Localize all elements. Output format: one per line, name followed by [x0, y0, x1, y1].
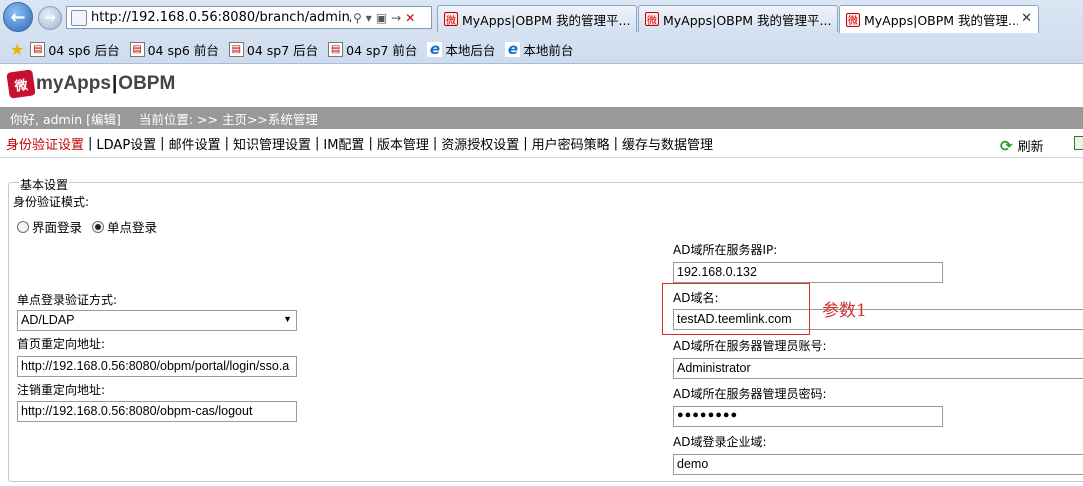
menu-knowledge-settings[interactable]: 知识管理设置	[233, 134, 311, 153]
address-bar[interactable]: http://192.168.0.56:8080/branch/admin/ma…	[66, 6, 432, 29]
basic-settings-fieldset	[8, 182, 1083, 482]
page-icon: ▤	[228, 41, 244, 57]
favorites-star-icon[interactable]: ★	[10, 40, 24, 59]
favorite-link[interactable]: ▤ 04 sp6 后台	[30, 40, 120, 59]
chevron-down-icon: ▼	[283, 314, 292, 324]
ad-admin-label: AD域所在服务器管理员账号:	[673, 339, 827, 353]
favorite-link[interactable]: ▤ 04 sp7 后台	[228, 40, 318, 59]
page-icon: ▤	[328, 41, 344, 57]
compat-view-icon[interactable]: ▣	[376, 11, 387, 25]
menu-password-policy[interactable]: 用户密码策略	[532, 134, 610, 153]
refresh-button[interactable]: ⟳ 刷新	[1000, 136, 1044, 156]
radio-sso-login[interactable]	[92, 220, 105, 233]
page-icon	[71, 9, 87, 26]
ad-admin-input[interactable]: Administrator	[673, 358, 1083, 379]
breadcrumb: 当前位置: >> 主页>>系统管理	[138, 111, 318, 127]
user-greeting[interactable]: 你好, admin [编辑]	[10, 109, 121, 128]
refresh-icon: ⟳	[1000, 136, 1013, 155]
ad-ip-label: AD域所在服务器IP:	[673, 243, 778, 257]
export-icon[interactable]	[1074, 136, 1083, 150]
home-redirect-label: 首页重定向地址:	[17, 337, 106, 351]
page-icon: ▤	[129, 41, 145, 57]
menu-cache-data[interactable]: 缓存与数据管理	[622, 134, 713, 153]
menu-mail-settings[interactable]: 邮件设置	[169, 134, 221, 153]
logout-redirect-label: 注销重定向地址:	[17, 383, 106, 397]
search-icon[interactable]: ⚲	[353, 11, 362, 25]
ie-icon: e	[505, 40, 521, 58]
app-favicon-icon: 微	[846, 12, 860, 27]
menu-im-config[interactable]: IM配置	[323, 134, 364, 153]
favorites-bar: ★ ▤ 04 sp6 后台 ▤ 04 sp6 前台 ▤ 04 sp7 后台 ▤ 04 s…	[0, 36, 1083, 62]
dropdown-arrow-icon[interactable]: ▾	[366, 11, 372, 25]
fieldset-legend: 基本设置	[19, 176, 70, 193]
menu-version-management[interactable]: 版本管理	[377, 134, 429, 153]
divider	[0, 157, 1083, 158]
page-icon: ▤	[30, 41, 46, 57]
address-url[interactable]: http://192.168.0.56:8080/branch/admin/ma…	[91, 10, 351, 25]
app-favicon-icon: 微	[444, 12, 458, 27]
favorite-link[interactable]: ▤ 04 sp6 前台	[129, 40, 219, 59]
browser-tab-3[interactable]: 微 MyApps|OBPM 我的管理... ✕	[839, 5, 1039, 33]
app-header: 微 myApps|OBPM	[0, 65, 1083, 107]
favorite-link[interactable]: e 本地前台	[505, 40, 573, 59]
app-logo: 微 myApps|OBPM	[6, 69, 175, 99]
annotation-highlight-box	[662, 283, 810, 335]
auth-mode-radios: 界面登录 单点登录	[17, 217, 167, 236]
sso-method-label: 单点登录验证方式:	[17, 293, 118, 307]
home-redirect-input[interactable]: http://192.168.0.56:8080/obpm/portal/log…	[17, 356, 297, 377]
logout-redirect-input[interactable]: http://192.168.0.56:8080/obpm-cas/logout	[17, 401, 297, 422]
forward-button[interactable]: →	[38, 6, 62, 30]
menu-resource-authorization[interactable]: 资源授权设置	[441, 134, 519, 153]
ad-password-label: AD域所在服务器管理员密码:	[673, 387, 827, 401]
user-bar: 你好, admin [编辑] 当前位置: >> 主页>>系统管理	[0, 107, 1083, 129]
arrow-left-icon: ←	[10, 6, 26, 28]
ad-enterprise-label: AD域登录企业域:	[673, 435, 767, 449]
logo-icon: 微	[6, 69, 36, 99]
back-button[interactable]: ←	[3, 2, 33, 32]
sso-method-select[interactable]: AD/LDAP ▼	[17, 310, 297, 331]
radio-ui-login[interactable]	[17, 220, 29, 233]
close-tab-icon[interactable]: ✕	[1021, 11, 1032, 26]
auth-mode-label: 身份验证模式:	[13, 195, 90, 209]
annotation-label: 参数1	[822, 301, 867, 321]
arrow-right-icon: →	[44, 10, 56, 26]
stop-icon[interactable]: ✕	[405, 11, 415, 25]
favorite-link[interactable]: ▤ 04 sp7 前台	[328, 40, 417, 59]
favorite-link[interactable]: e 本地后台	[427, 40, 495, 59]
go-icon[interactable]: →	[391, 11, 401, 25]
browser-tab-1[interactable]: 微 MyApps|OBPM 我的管理平...	[437, 5, 637, 32]
app-favicon-icon: 微	[645, 12, 659, 27]
ad-enterprise-input[interactable]: demo	[673, 454, 1083, 475]
ie-icon: e	[427, 40, 443, 58]
ad-ip-input[interactable]: 192.168.0.132	[673, 262, 943, 283]
menu-ldap-settings[interactable]: LDAP设置	[96, 134, 156, 153]
menu-auth-settings[interactable]: 身份验证设置	[6, 134, 84, 153]
browser-tab-2[interactable]: 微 MyApps|OBPM 我的管理平...	[638, 5, 838, 32]
browser-chrome: ← → http://192.168.0.56:8080/branch/admi…	[0, 0, 1083, 64]
settings-menu: 身份验证设置 | LDAP设置 | 邮件设置 | 知识管理设置 | IM配置 | 版本管理…	[6, 134, 714, 153]
ad-password-input[interactable]: ●●●●●●●●	[673, 406, 943, 427]
